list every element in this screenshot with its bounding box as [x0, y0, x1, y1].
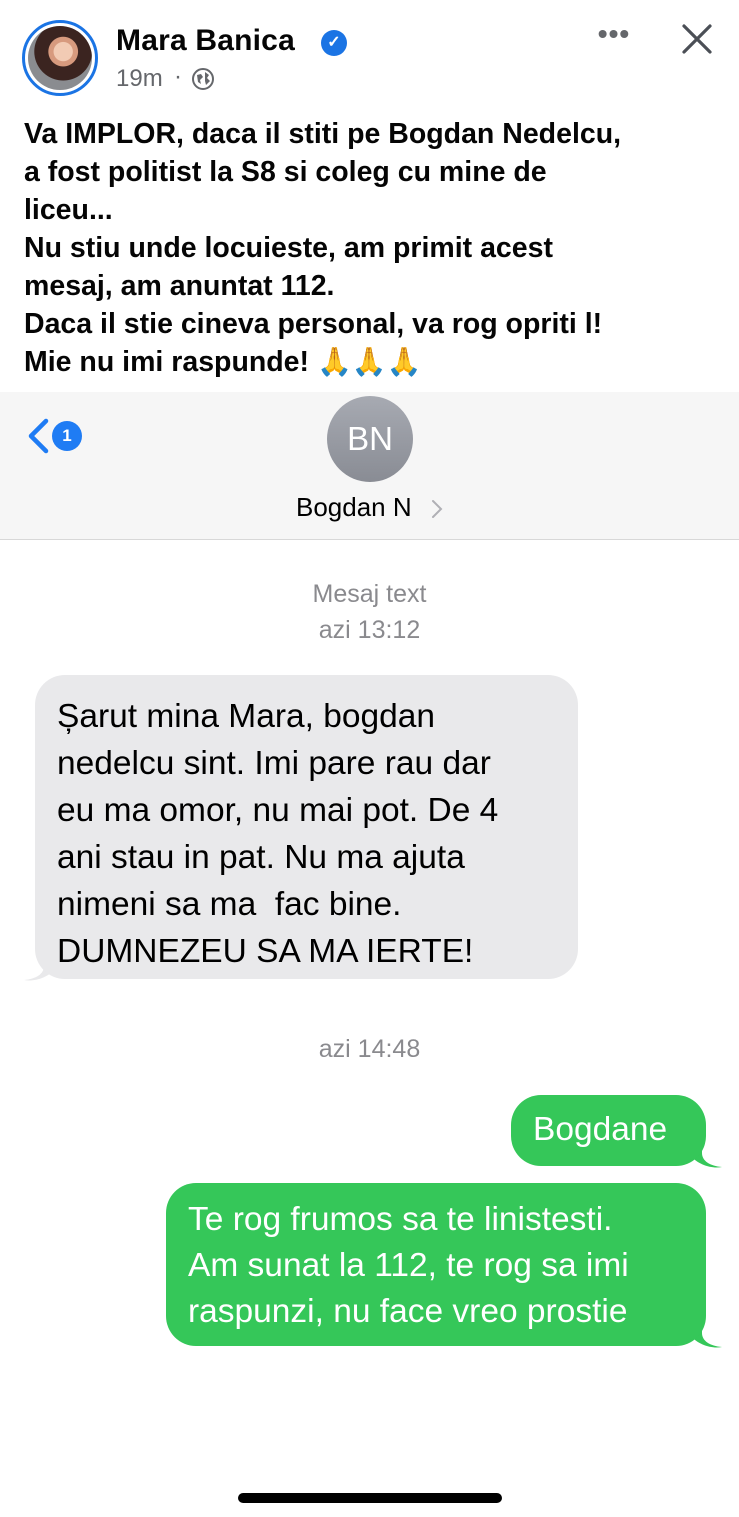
- message-line: DUMNEZEU SA MA IERTE!: [57, 933, 474, 970]
- message-line: nimeni sa ma fac bine.: [57, 886, 402, 923]
- close-icon[interactable]: [680, 22, 714, 56]
- more-icon[interactable]: •••: [597, 20, 631, 54]
- service-label: Mesaj text: [312, 580, 427, 608]
- post-text-line: Daca il stie cineva personal, va rog opr…: [24, 308, 603, 340]
- post-text-line-last: Mie nu imi raspunde! 🙏🙏🙏: [24, 343, 724, 381]
- message-line: Șarut mina Mara, bogdan: [57, 698, 436, 735]
- back-chevron-icon[interactable]: [26, 418, 50, 454]
- post-text-line: liceu...: [24, 194, 113, 226]
- timestamp: azi 13:12: [318, 616, 421, 644]
- message-line: eu ma omor, nu mai pot. De 4: [57, 792, 499, 829]
- message-line: raspunzi, nu face vreo prostie: [188, 1293, 628, 1330]
- post-text-line: Va IMPLOR, daca il stiti pe Bogdan Nedel…: [24, 118, 622, 150]
- chevron-right-icon[interactable]: [430, 496, 444, 522]
- unread-badge[interactable]: 1: [52, 421, 82, 451]
- outgoing-message[interactable]: Bogdane: [511, 1095, 706, 1166]
- message-line: Bogdane: [533, 1111, 668, 1148]
- praying-hands-emoji: 🙏🙏🙏: [316, 346, 422, 377]
- globe-icon: [192, 68, 214, 90]
- message-line: Te rog frumos sa te linistesti.: [188, 1201, 613, 1238]
- post-text-line: a fost politist la S8 si coleg cu mine d…: [24, 156, 547, 188]
- message-line: ani stau in pat. Nu ma ajuta: [57, 839, 465, 876]
- contact-avatar[interactable]: BN: [327, 396, 413, 482]
- home-indicator[interactable]: [238, 1493, 502, 1503]
- timestamp: azi 14:48: [318, 1035, 421, 1063]
- post-text-line: mesaj, am anuntat 112.: [24, 270, 335, 302]
- message-line: Am sunat la 112, te rog sa imi: [188, 1247, 629, 1284]
- incoming-message[interactable]: Șarut mina Mara, bogdan nedelcu sint. Im…: [35, 675, 578, 979]
- message-line: nedelcu sint. Imi pare rau dar: [57, 745, 491, 782]
- avatar-photo: [28, 26, 92, 90]
- contact-name[interactable]: Bogdan N: [296, 492, 412, 523]
- post-text-line: Mie nu imi raspunde!: [24, 346, 310, 378]
- author-avatar[interactable]: [22, 20, 98, 96]
- outgoing-message[interactable]: Te rog frumos sa te linistesti. Am sunat…: [166, 1183, 706, 1346]
- post-time[interactable]: 19m: [116, 65, 163, 93]
- verified-badge-icon: ✓: [321, 30, 347, 56]
- author-name[interactable]: Mara Banica: [116, 24, 295, 58]
- post-text-line: Nu stiu unde locuieste, am primit acest: [24, 232, 553, 264]
- post-separator: ·: [174, 63, 182, 90]
- post-header: Mara Banica ✓ 19m · •••: [0, 0, 739, 110]
- post-text: Va IMPLOR, daca il stiti pe Bogdan Nedel…: [24, 115, 724, 381]
